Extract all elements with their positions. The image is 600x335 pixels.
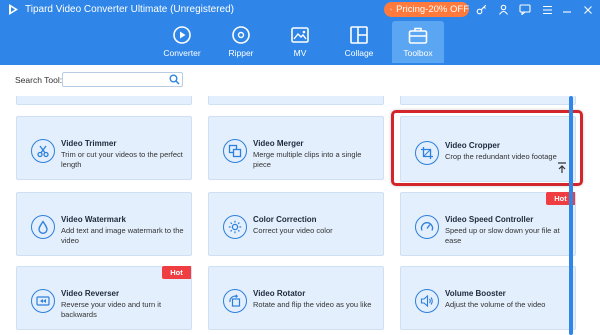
tool-card-video-speed-controller[interactable]: Video Speed Controller Speed up or slow … <box>400 192 576 256</box>
tab-label: Toolbox <box>403 48 433 58</box>
tool-card-partial[interactable] <box>16 96 192 105</box>
scrollbar-thumb[interactable] <box>569 96 573 335</box>
tool-card-video-rotator[interactable]: Video Rotator Rotate and flip the video … <box>208 266 384 330</box>
app-logo-icon <box>9 4 18 15</box>
tab-collage[interactable]: Collage <box>333 21 385 63</box>
tool-card-color-correction[interactable]: Color Correction Correct your video colo… <box>208 192 384 256</box>
collage-icon <box>350 26 368 44</box>
search-input[interactable] <box>62 72 183 87</box>
tool-title: Video Speed Controller <box>445 215 534 224</box>
window-title: Tipard Video Converter Ultimate (Unregis… <box>25 4 234 15</box>
tab-ripper[interactable]: Ripper <box>215 21 267 63</box>
search-icon[interactable] <box>169 74 180 85</box>
mv-icon <box>291 27 309 43</box>
tab-label: Ripper <box>228 48 254 58</box>
sun-icon <box>223 215 247 239</box>
scissors-icon <box>31 139 55 163</box>
close-icon[interactable] <box>579 1 597 18</box>
rewind-icon <box>31 289 55 313</box>
rotate-icon <box>223 289 247 313</box>
tool-card-volume-booster[interactable]: Volume Booster Adjust the volume of the … <box>400 266 576 330</box>
tab-mv[interactable]: MV <box>274 21 326 63</box>
key-icon[interactable] <box>472 1 490 18</box>
search-label: Search Tool: <box>15 75 63 85</box>
highlight-box <box>391 110 583 186</box>
chat-icon[interactable] <box>516 1 534 18</box>
tool-card-video-reverser[interactable]: Video Reverser Reverse your video and tu… <box>16 266 192 330</box>
speedometer-icon <box>415 215 439 239</box>
tool-description: Speed up or slow down your file at ease <box>445 226 560 245</box>
merge-icon <box>223 139 247 163</box>
tool-card-partial[interactable] <box>208 96 384 105</box>
tool-description: Merge multiple clips into a single piece <box>253 150 362 169</box>
toolbox-icon <box>408 27 428 44</box>
tool-title: Video Trimmer <box>61 139 117 148</box>
tool-description: Trim or cut your videos to the perfect l… <box>61 150 183 169</box>
tool-description: Correct your video color <box>253 226 333 235</box>
tool-title: Video Rotator <box>253 289 306 298</box>
user-icon[interactable] <box>494 1 512 18</box>
tool-title: Volume Booster <box>445 289 506 298</box>
tab-label: Collage <box>344 48 374 58</box>
app-header: Tipard Video Converter Ultimate (Unregis… <box>0 0 600 65</box>
pricing-label: Pricing-20% OFF <box>396 4 469 15</box>
tool-card-partial[interactable] <box>400 96 576 105</box>
tab-toolbox[interactable]: Toolbox <box>392 21 444 63</box>
tool-card-video-watermark[interactable]: Video Watermark Add text and image water… <box>16 192 192 256</box>
menu-icon[interactable] <box>538 1 556 18</box>
tab-label: Converter <box>163 48 201 58</box>
hot-badge: Hot <box>162 266 191 279</box>
scrollbar-track[interactable] <box>590 96 600 335</box>
minimize-icon[interactable] <box>558 1 576 18</box>
tool-description: Add text and image watermark to the vide… <box>61 226 184 245</box>
watermark-drop-icon <box>31 215 55 239</box>
tool-card-video-merger[interactable]: Video Merger Merge multiple clips into a… <box>208 116 384 180</box>
cart-icon <box>390 8 393 11</box>
tool-card-video-trimmer[interactable]: Video Trimmer Trim or cut your videos to… <box>16 116 192 180</box>
tool-title: Color Correction <box>253 215 317 224</box>
speaker-icon <box>415 289 439 313</box>
tab-label: MV <box>293 48 307 58</box>
tool-title: Video Merger <box>253 139 304 148</box>
tool-description: Rotate and flip the video as you like <box>253 300 372 309</box>
tool-title: Video Reverser <box>61 289 120 298</box>
converter-icon <box>173 26 191 44</box>
tool-description: Reverse your video and turn it backwards <box>61 300 162 319</box>
tab-converter[interactable]: Converter <box>156 21 208 63</box>
tool-title: Video Watermark <box>61 215 126 224</box>
tool-description: Adjust the volume of the video <box>445 300 546 309</box>
pricing-button[interactable]: Pricing-20% OFF <box>384 2 469 17</box>
ripper-icon <box>232 26 250 44</box>
